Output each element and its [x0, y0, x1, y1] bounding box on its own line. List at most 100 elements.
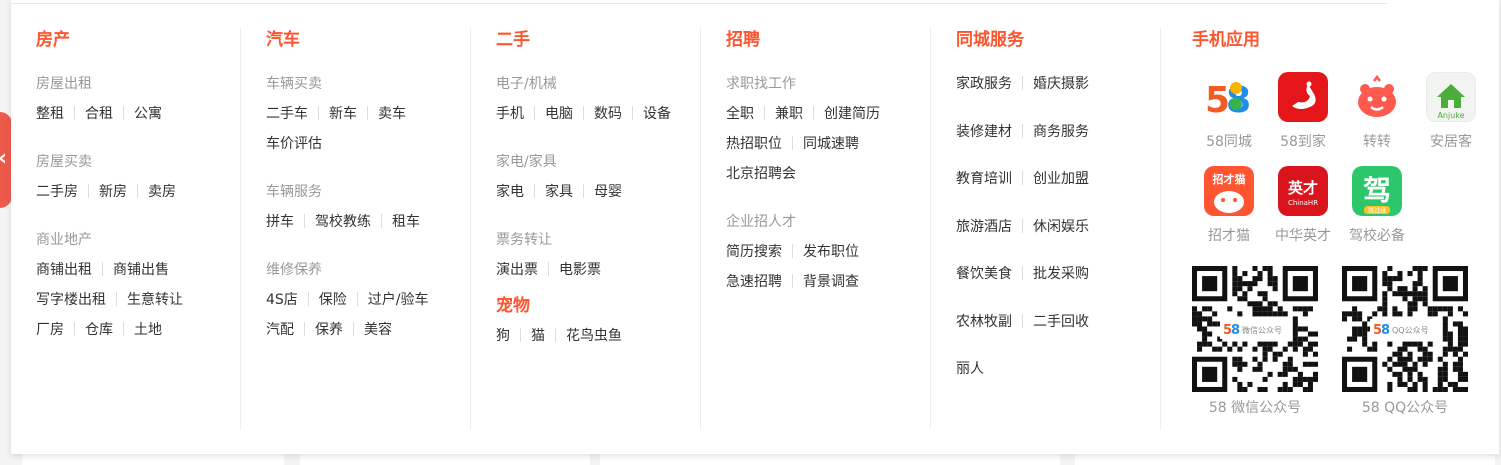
link-row: 厂房 仓库 土地 [36, 320, 236, 350]
app-download-58-tongcheng[interactable]: 58 58同城 [1192, 72, 1266, 152]
category-link[interactable]: 热招职位 [726, 134, 782, 154]
category-link[interactable]: 餐饮美食 [956, 264, 1012, 284]
app-download-chinahr[interactable]: 英才 ChinaHR 中华英才 [1266, 166, 1340, 246]
subcategory-title[interactable]: 票务转让 [496, 230, 696, 250]
category-link[interactable]: 新车 [329, 104, 357, 124]
category-link[interactable]: 卖房 [148, 182, 176, 202]
category-link[interactable]: 创业加盟 [1033, 169, 1089, 189]
category-link[interactable]: 母婴 [594, 182, 622, 202]
category-link[interactable]: 猫 [531, 326, 545, 346]
category-link[interactable]: 演出票 [496, 260, 538, 280]
category-link[interactable]: 简历搜索 [726, 242, 782, 262]
subcategory-title[interactable]: 家电/家具 [496, 152, 696, 172]
column-title-car[interactable]: 汽车 [266, 28, 466, 52]
category-link[interactable]: 设备 [643, 104, 671, 124]
category-link[interactable]: 新房 [99, 182, 127, 202]
category-link[interactable]: 电脑 [545, 104, 573, 124]
subcategory-title[interactable]: 房屋出租 [36, 74, 236, 94]
pets-title[interactable]: 宠物 [496, 294, 696, 318]
category-link[interactable]: 保养 [315, 320, 343, 340]
category-link[interactable]: 农林牧副 [956, 312, 1012, 332]
category-link[interactable]: 4S店 [266, 290, 298, 310]
category-link[interactable]: 家政服务 [956, 74, 1012, 94]
anjuke-app-icon: Anjuke [1426, 72, 1476, 122]
category-link[interactable]: 二手车 [266, 104, 308, 124]
link-row: 商铺出租 商铺出售 [36, 260, 236, 290]
category-link[interactable]: 拼车 [266, 212, 294, 232]
app-download-anjuke[interactable]: Anjuke 安居客 [1414, 72, 1488, 152]
category-link[interactable]: 写字楼出租 [36, 290, 106, 310]
category-link[interactable]: 二手房 [36, 182, 78, 202]
category-link[interactable]: 卖车 [378, 104, 406, 124]
category-link[interactable]: 兼职 [775, 104, 803, 124]
column-title-services[interactable]: 同城服务 [956, 28, 1156, 52]
link-row: 二手车 新车 卖车 [266, 104, 466, 134]
category-link[interactable]: 婚庆摄影 [1033, 74, 1089, 94]
subcategory-title[interactable]: 房屋买卖 [36, 152, 236, 172]
category-link[interactable]: 商务服务 [1033, 122, 1089, 142]
category-link[interactable]: 仓库 [85, 320, 113, 340]
subcategory-title[interactable]: 商业地产 [36, 230, 236, 250]
category-link[interactable]: 厂房 [36, 320, 64, 340]
category-link[interactable]: 花鸟虫鱼 [566, 326, 622, 346]
subcategory-title[interactable]: 电子/机械 [496, 74, 696, 94]
category-link[interactable]: 合租 [85, 104, 113, 124]
app-download-zhuanzhuan[interactable]: 转转 [1340, 72, 1414, 152]
category-link[interactable]: 车价评估 [266, 134, 322, 154]
category-link[interactable]: 商铺出售 [113, 260, 169, 280]
category-link[interactable]: 二手回收 [1033, 312, 1089, 332]
category-link[interactable]: 过户/验车 [368, 290, 429, 310]
subcategory-title[interactable]: 车辆买卖 [266, 74, 466, 94]
category-link[interactable]: 背景调查 [803, 272, 859, 292]
link-separator [367, 106, 368, 120]
category-link[interactable]: 丽人 [956, 359, 984, 379]
category-link[interactable]: 家电 [496, 182, 524, 202]
category-link[interactable]: 汽配 [266, 320, 294, 340]
category-link[interactable]: 急速招聘 [726, 272, 782, 292]
category-link[interactable]: 全职 [726, 104, 754, 124]
category-link[interactable]: 装修建材 [956, 122, 1012, 142]
column-title-jobs[interactable]: 招聘 [726, 28, 926, 52]
link-separator [381, 214, 382, 228]
category-link[interactable]: 休闲娱乐 [1033, 217, 1089, 237]
subcategory-title[interactable]: 企业招人才 [726, 212, 926, 232]
category-link[interactable]: 公寓 [134, 104, 162, 124]
app-download-58-daojia[interactable]: 58到家 [1266, 72, 1340, 152]
column-title-apps: 手机应用 [1192, 30, 1260, 50]
category-link[interactable]: 数码 [594, 104, 622, 124]
link-separator [792, 136, 793, 150]
category-link[interactable]: 家具 [545, 182, 573, 202]
link-row: 整租 合租 公寓 [36, 104, 236, 134]
category-link[interactable]: 商铺出租 [36, 260, 92, 280]
category-link[interactable]: 电影票 [559, 260, 601, 280]
category-link[interactable]: 保险 [319, 290, 347, 310]
column-house: 房产 房屋出租整租 合租 公寓房屋买卖二手房 新房 卖房商业地产商铺出租 商铺出售 写字楼出… [36, 28, 236, 430]
link-row: 教育培训 创业加盟 [956, 169, 1156, 217]
category-link[interactable]: 手机 [496, 104, 524, 124]
column-title-house[interactable]: 房产 [36, 28, 236, 52]
subcategory-title[interactable]: 维修保养 [266, 260, 466, 280]
category-link[interactable]: 旅游酒店 [956, 217, 1012, 237]
category-link[interactable]: 租车 [392, 212, 420, 232]
category-link[interactable]: 生意转让 [127, 290, 183, 310]
link-row: 汽配 保养 美容 [266, 320, 466, 350]
category-link[interactable]: 教育培训 [956, 169, 1012, 189]
subcategory-title[interactable]: 车辆服务 [266, 182, 466, 202]
category-link[interactable]: 美容 [364, 320, 392, 340]
category-link[interactable]: 整租 [36, 104, 64, 124]
category-link[interactable]: 批发采购 [1033, 264, 1089, 284]
subcategory-title[interactable]: 求职找工作 [726, 74, 926, 94]
link-row: 家电 家具 母婴 [496, 182, 696, 212]
category-link[interactable]: 驾校教练 [315, 212, 371, 232]
app-download-zhaocaimao[interactable]: 招才猫 招才猫 [1192, 166, 1266, 246]
category-link[interactable]: 狗 [496, 326, 510, 346]
category-link[interactable]: 北京招聘会 [726, 164, 796, 184]
category-link[interactable]: 土地 [134, 320, 162, 340]
app-download-jiaxiao[interactable]: 驾微过级 驾校必备 [1340, 166, 1414, 246]
category-link[interactable]: 创建简历 [824, 104, 880, 124]
category-link[interactable]: 同城速聘 [803, 134, 859, 154]
column-title-used[interactable]: 二手 [496, 28, 696, 52]
app-grid: 5858同城58到家转转Anjuke安居客招才猫招才猫英才ChinaHR中华英才… [1192, 72, 1492, 246]
category-link[interactable]: 发布职位 [803, 242, 859, 262]
